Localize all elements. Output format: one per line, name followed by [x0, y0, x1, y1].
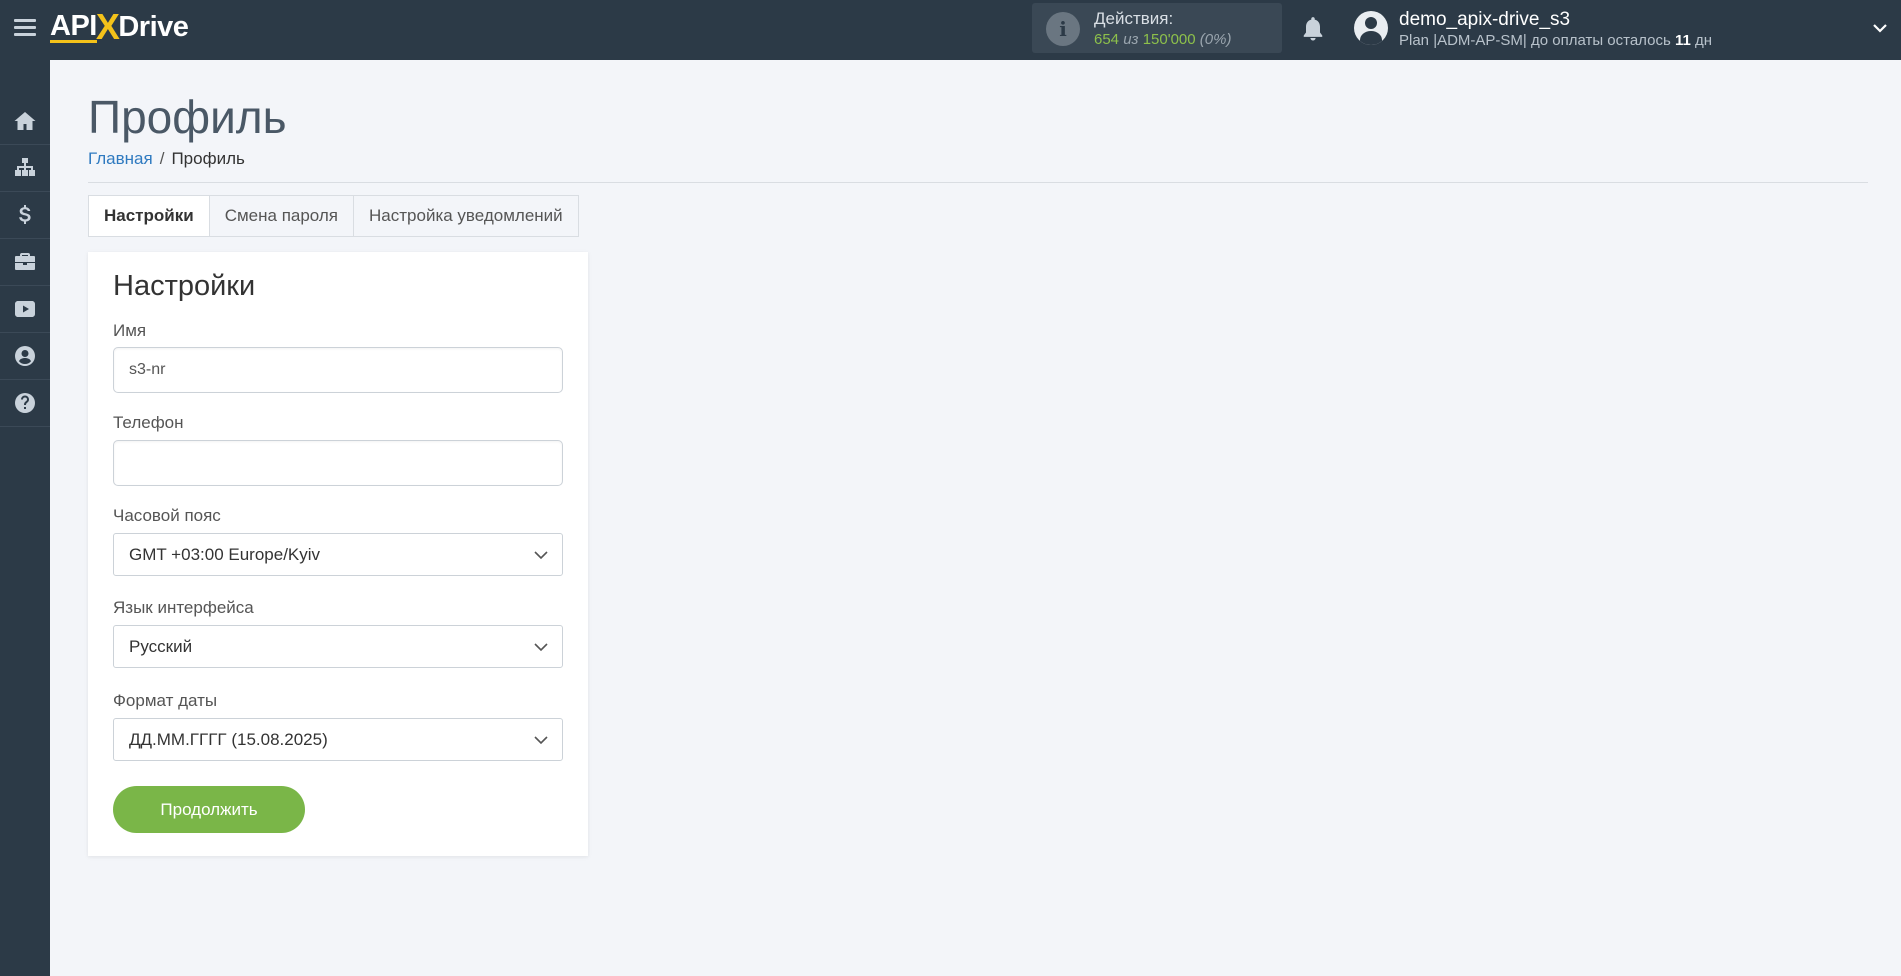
- logo[interactable]: API X Drive: [50, 6, 189, 47]
- user-name[interactable]: demo_apix-drive_s3: [1399, 9, 1570, 31]
- settings-card: Настройки Имя Телефон Часовой пояс GMT +…: [88, 252, 588, 856]
- top-bar: API X Drive i Действия: 654 из 150'000 (0%…: [0, 0, 1901, 60]
- timezone-value: GMT +03:00 Europe/Kyiv: [129, 545, 321, 564]
- actions-total: 150'000: [1142, 31, 1196, 48]
- continue-button[interactable]: Продолжить: [113, 786, 305, 833]
- user-plan: Plan |ADM-AP-SM| до оплаты осталось 11 д…: [1399, 32, 1712, 49]
- sidebar-item-tools[interactable]: [0, 239, 50, 286]
- briefcase-icon: [15, 253, 35, 270]
- timezone-label: Часовой пояс: [113, 506, 221, 525]
- breadcrumb-separator: /: [159, 149, 165, 168]
- user-circle-icon: [15, 346, 35, 366]
- plan-suffix: дн: [1694, 32, 1713, 49]
- youtube-icon: [15, 301, 35, 317]
- chevron-down-icon: [534, 736, 548, 745]
- bell-icon[interactable]: [1300, 15, 1326, 43]
- question-circle-icon: [15, 393, 35, 413]
- actions-used: 654: [1094, 31, 1120, 48]
- logo-api-text: API: [50, 9, 97, 43]
- actions-counter[interactable]: i Действия: 654 из 150'000 (0%): [1032, 3, 1282, 53]
- tab-password[interactable]: Смена пароля: [210, 196, 355, 236]
- chevron-down-icon[interactable]: [1872, 20, 1888, 36]
- chevron-down-icon: [534, 551, 548, 560]
- name-field[interactable]: [113, 347, 563, 393]
- page-title: Профиль: [88, 91, 287, 143]
- divider: [88, 182, 1868, 183]
- profile-tabs: Настройки Смена пароля Настройка уведомл…: [88, 195, 579, 237]
- phone-label: Телефон: [113, 413, 184, 432]
- plan-prefix: Plan |ADM-AP-SM| до оплаты осталось: [1399, 32, 1671, 49]
- date-format-value: ДД.ММ.ГГГГ (15.08.2025): [129, 730, 328, 749]
- name-label: Имя: [113, 321, 147, 340]
- actions-label: Действия:: [1094, 9, 1174, 28]
- breadcrumb-current: Профиль: [171, 149, 245, 168]
- breadcrumb: Главная / Профиль: [88, 149, 245, 169]
- dollar-icon: [19, 205, 31, 224]
- menu-toggle-icon[interactable]: [14, 16, 36, 38]
- actions-of: из: [1123, 31, 1139, 48]
- language-label: Язык интерфейса: [113, 598, 254, 617]
- language-value: Русский: [129, 637, 193, 656]
- logo-drive-text: Drive: [118, 10, 189, 43]
- tab-notifications[interactable]: Настройка уведомлений: [354, 196, 578, 236]
- date-format-label: Формат даты: [113, 691, 218, 710]
- sidebar-item-connections[interactable]: [0, 145, 50, 192]
- timezone-select[interactable]: GMT +03:00 Europe/Kyiv: [113, 533, 563, 576]
- card-title: Настройки: [113, 270, 256, 302]
- actions-percent: (0%): [1199, 31, 1232, 48]
- chevron-down-icon: [534, 643, 548, 652]
- breadcrumb-home-link[interactable]: Главная: [88, 149, 153, 168]
- avatar[interactable]: [1354, 11, 1388, 45]
- tab-settings[interactable]: Настройки: [89, 196, 210, 236]
- sidebar-item-profile[interactable]: [0, 333, 50, 380]
- info-icon: i: [1046, 12, 1080, 46]
- language-select[interactable]: Русский: [113, 625, 563, 668]
- sidebar-item-video[interactable]: [0, 286, 50, 333]
- phone-field[interactable]: [113, 440, 563, 486]
- sitemap-icon: [15, 158, 35, 176]
- sidebar: [0, 60, 50, 976]
- sidebar-item-help[interactable]: [0, 380, 50, 427]
- sidebar-item-billing[interactable]: [0, 192, 50, 239]
- sidebar-item-home[interactable]: [0, 98, 50, 145]
- logo-x-text: X: [95, 6, 120, 47]
- actions-value: 654 из 150'000 (0%): [1094, 31, 1231, 48]
- plan-days: 11: [1674, 32, 1691, 49]
- date-format-select[interactable]: ДД.ММ.ГГГГ (15.08.2025): [113, 718, 563, 761]
- home-icon: [14, 112, 36, 130]
